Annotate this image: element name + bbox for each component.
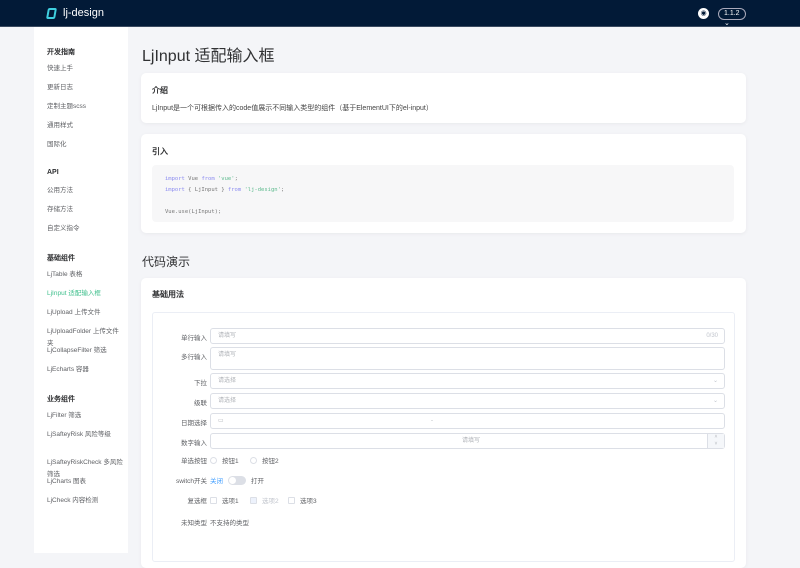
sidebar-item[interactable]: 通用样式	[47, 120, 125, 132]
date-separator: -	[431, 418, 433, 424]
sidebar-item[interactable]: LjUpload 上传文件	[47, 307, 125, 319]
sidebar-item[interactable]: 公用方法	[47, 185, 125, 197]
switch-control[interactable]: 关闭 打开	[210, 475, 264, 485]
date-label: 日期选择	[181, 420, 207, 427]
intro-text: LjInput是一个可根据传入的code值展示不同输入类型的组件（基于Eleme…	[152, 105, 433, 112]
radio-option-1[interactable]: 按钮1	[210, 455, 239, 465]
multi-textarea[interactable]: 请填写	[210, 347, 725, 370]
radio-label: 单选按钮	[181, 458, 207, 465]
sidebar-item[interactable]: 存储方法	[47, 204, 125, 216]
sidebar-item[interactable]: 快速上手	[47, 63, 125, 75]
single-label: 单行输入	[181, 335, 207, 342]
calendar-icon: ▭	[218, 418, 224, 424]
github-icon[interactable]: ◉	[698, 8, 709, 19]
sidebar-group-title: API	[47, 169, 59, 176]
demo-heading: 代码演示	[142, 255, 191, 269]
demo-form: 单行输入 请填写 0/30 多行输入 请填写 下拉 请选择 ⌄ 级联 请选择 ⌄ 日期…	[152, 312, 735, 562]
select-input[interactable]: 请选择 ⌄	[210, 373, 725, 389]
cascader-input[interactable]: 请选择 ⌄	[210, 393, 725, 409]
char-count: 0/30	[706, 333, 718, 339]
number-input[interactable]: 请填写 ˄ ˅	[210, 433, 725, 449]
sidebar-item[interactable]: 定制主题scss	[47, 101, 125, 113]
import-title: 引入	[152, 147, 168, 156]
radio-option-2[interactable]: 按钮2	[250, 455, 279, 465]
sidebar-group-title: 基础组件	[47, 255, 75, 262]
select-label: 下拉	[194, 380, 207, 387]
checkbox-label: 复选框	[187, 498, 208, 505]
checkbox-option-2: 选项2	[250, 495, 279, 505]
sidebar-item[interactable]: LjTable 表格	[47, 269, 125, 281]
multi-label: 多行输入	[181, 354, 207, 361]
sidebar-item[interactable]: 国际化	[47, 139, 125, 151]
code-block: import Vue from 'vue'; import { LjInput …	[152, 165, 734, 222]
switch-label: switch开关	[175, 478, 207, 485]
checkbox-option-1[interactable]: 选项1	[210, 495, 239, 505]
sidebar-item[interactable]: LjFilter 筛选	[47, 410, 125, 422]
version-label: 1.1.2	[724, 10, 740, 17]
number-stepper[interactable]: ˄ ˅	[707, 434, 724, 448]
sidebar-item[interactable]: LjSafteyRisk 风险等级	[47, 429, 125, 441]
sidebar-item[interactable]: 自定义指令	[47, 223, 125, 235]
sidebar-item[interactable]: LjEcharts 容器	[47, 364, 125, 376]
basic-title: 基础用法	[152, 290, 184, 299]
date-range-input[interactable]: ▭ -	[210, 413, 725, 429]
brand-name[interactable]: lj-design	[63, 7, 104, 19]
sidebar-item[interactable]: LjCollapseFilter 筛选	[47, 345, 125, 357]
chevron-down-icon: ⌄	[712, 378, 718, 384]
intro-title: 介绍	[152, 86, 168, 95]
version-select[interactable]: 1.1.2 ⌄	[718, 8, 746, 27]
sidebar-item[interactable]: LjInput 适配输入框	[47, 288, 125, 300]
sidebar: 开发指南快速上手更新日志定制主题scss 通用样式国际化 API 公用方法存储方法自定…	[34, 27, 128, 553]
basic-card: 基础用法 单行输入 请填写 0/30 多行输入 请填写 下拉 请选择 ⌄ 级联 请选…	[141, 278, 746, 568]
checkbox-option-3[interactable]: 选项3	[288, 495, 317, 505]
sidebar-group-title: 开发指南	[47, 49, 75, 56]
sidebar-item[interactable]: LjCheck 内容检测	[47, 495, 125, 507]
single-input[interactable]: 请填写 0/30	[210, 328, 725, 344]
top-header: lj-design ◉ 1.1.2 ⌄	[0, 0, 800, 27]
logo-icon	[46, 8, 57, 19]
sidebar-item[interactable]: 更新日志	[47, 82, 125, 94]
page-title: LjInput 适配输入框	[142, 48, 275, 65]
unknown-label: 未知类型	[181, 520, 207, 527]
chevron-down-icon: ⌄	[712, 398, 718, 404]
number-label: 数字输入	[181, 440, 207, 447]
switch-toggle	[228, 475, 246, 485]
unknown-text: 不支持的类型	[210, 520, 249, 527]
sidebar-item[interactable]: LjCharts 图表	[47, 476, 125, 488]
intro-card: 介绍 LjInput是一个可根据传入的code值展示不同输入类型的组件（基于El…	[141, 73, 746, 123]
sidebar-group-title: 业务组件	[47, 396, 75, 403]
import-card: 引入 import Vue from 'vue'; import { LjInp…	[141, 134, 746, 233]
cascader-label: 级联	[194, 400, 207, 407]
